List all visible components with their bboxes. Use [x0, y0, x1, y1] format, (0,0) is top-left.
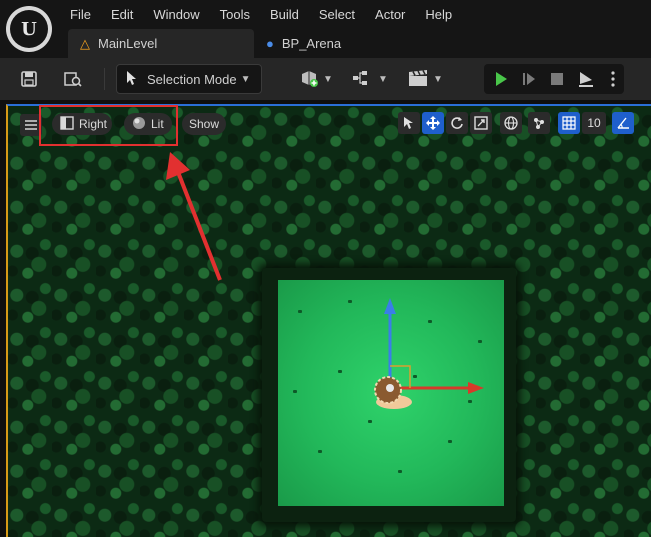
- level-viewport[interactable]: Right Lit Show 10: [6, 104, 651, 537]
- eject-button[interactable]: [572, 64, 600, 94]
- level-icon: △: [80, 35, 90, 51]
- rotation-snap-icon[interactable]: [612, 112, 634, 134]
- menu-window[interactable]: Window: [143, 0, 209, 30]
- stop-button[interactable]: [544, 64, 570, 94]
- chevron-down-icon: ▼: [323, 73, 333, 85]
- chevron-down-icon: ▼: [240, 73, 251, 85]
- chevron-down-icon: ▼: [378, 73, 388, 85]
- menu-edit[interactable]: Edit: [101, 0, 143, 30]
- title-bar: U File Edit Window Tools Build Select Ac…: [0, 0, 651, 58]
- main-toolbar: Selection Mode ▼ ▼ ▼ ▼: [0, 58, 651, 100]
- tab-label: BP_Arena: [281, 36, 342, 51]
- annotation-arrow-icon: [166, 152, 222, 281]
- play-button[interactable]: [488, 64, 514, 94]
- tab-bp-arena[interactable]: ● BP_Arena: [254, 29, 353, 58]
- highlight-box: [39, 105, 178, 146]
- surface-snapping-icon[interactable]: [528, 112, 550, 134]
- menu-select[interactable]: Select: [309, 0, 365, 30]
- browse-content-icon[interactable]: [58, 64, 88, 94]
- menu-file[interactable]: File: [60, 0, 101, 30]
- tab-mainlevel[interactable]: △ MainLevel: [68, 29, 254, 58]
- unreal-logo-icon[interactable]: U: [6, 6, 52, 52]
- rotate-mode-icon[interactable]: [446, 112, 468, 134]
- show-flags-button[interactable]: Show: [182, 113, 226, 135]
- save-icon[interactable]: [14, 64, 44, 94]
- document-tabs: △ MainLevel ● BP_Arena: [68, 29, 353, 58]
- add-cube-icon: [299, 68, 319, 91]
- selection-mode-dropdown[interactable]: Selection Mode ▼: [116, 64, 262, 94]
- grid-snap-icon[interactable]: [558, 112, 580, 134]
- world-space-icon[interactable]: [500, 112, 522, 134]
- selection-mode-label: Selection Mode: [147, 71, 237, 87]
- translate-mode-icon[interactable]: [422, 112, 444, 134]
- menu-build[interactable]: Build: [260, 0, 309, 30]
- add-actor-button[interactable]: ▼: [296, 64, 336, 94]
- scale-mode-icon[interactable]: [470, 112, 492, 134]
- more-options-icon[interactable]: [604, 64, 622, 94]
- clapperboard-icon: [407, 69, 429, 90]
- toolbar-divider: [104, 68, 105, 90]
- menu-actor[interactable]: Actor: [365, 0, 415, 30]
- blueprints-button[interactable]: ▼: [350, 64, 390, 94]
- blueprint-graph-icon: [352, 70, 374, 89]
- chevron-down-icon: ▼: [433, 73, 443, 85]
- menu-bar: File Edit Window Tools Build Select Acto…: [60, 0, 462, 30]
- cursor-icon: [125, 70, 139, 89]
- transform-gizmo[interactable]: [358, 296, 498, 426]
- tab-label: MainLevel: [98, 36, 158, 51]
- blueprint-icon: ●: [266, 36, 274, 51]
- grid-snap-value[interactable]: 10: [582, 112, 606, 134]
- menu-tools[interactable]: Tools: [210, 0, 260, 30]
- cinematics-button[interactable]: ▼: [404, 64, 446, 94]
- select-mode-icon[interactable]: [398, 112, 420, 134]
- show-flags-label: Show: [188, 117, 220, 131]
- advance-frame-button[interactable]: [516, 64, 542, 94]
- menu-help[interactable]: Help: [415, 0, 462, 30]
